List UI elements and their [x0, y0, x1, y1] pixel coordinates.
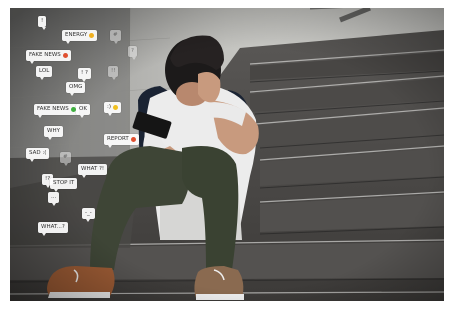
vignette — [10, 8, 444, 301]
photo-frame: ! ENERGY FAKE NEWS # LOL?! ?!! OMG FAKE NEWS OK… — [10, 8, 444, 301]
stairs-photo — [10, 8, 444, 301]
